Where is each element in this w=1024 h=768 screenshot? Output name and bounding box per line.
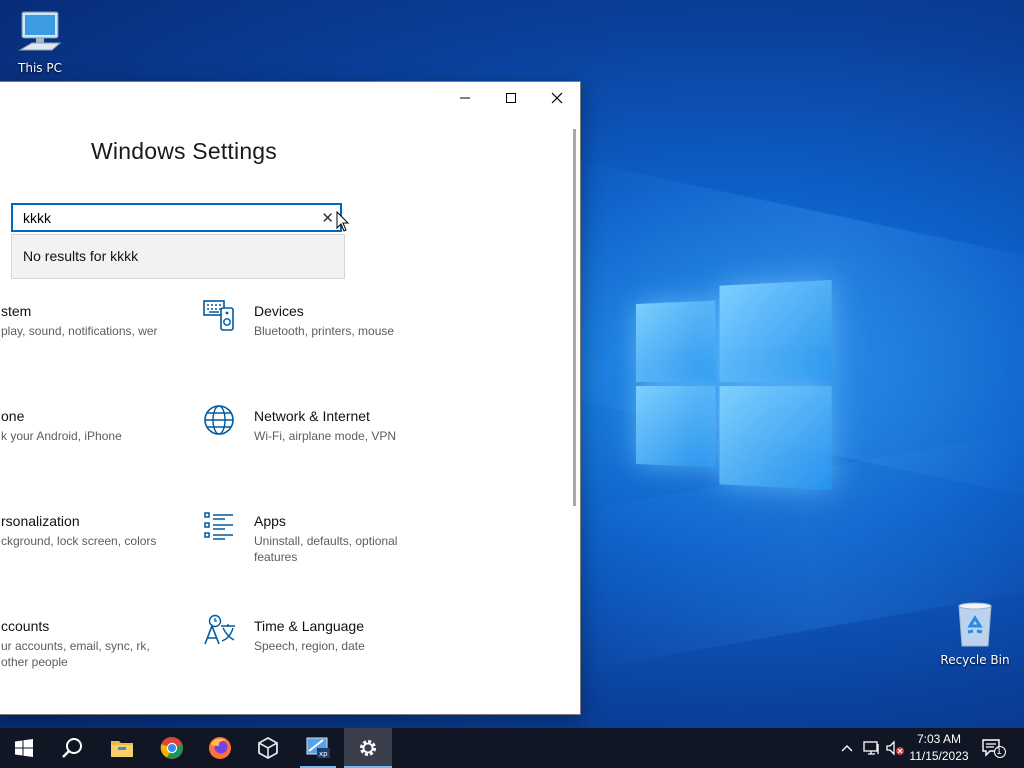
virtualbox-icon (258, 736, 278, 760)
clock-time: 7:03 AM (916, 732, 962, 746)
notification-count: 1 (996, 747, 1002, 757)
firefox-icon (209, 737, 231, 759)
action-center-button[interactable]: 1 (978, 728, 1010, 768)
network-tray-button[interactable] (860, 728, 884, 768)
clear-search-icon[interactable]: ✕ (321, 209, 334, 227)
taskbar-clock[interactable]: 7:03 AM 11/15/2023 (900, 731, 978, 765)
category-description: Bluetooth, printers, mouse (254, 324, 395, 338)
chrome-icon (160, 736, 183, 759)
recycle-bin-icon (958, 602, 992, 647)
close-icon (551, 92, 563, 104)
maximize-icon (506, 93, 516, 103)
taskbar-search-button[interactable] (48, 728, 96, 768)
search-suggestions: No results for kkkk (11, 234, 345, 279)
category-title: Network & Internet (254, 408, 370, 424)
category-title: stem (1, 303, 32, 319)
minimize-button[interactable] (442, 82, 488, 114)
category-title: Devices (254, 303, 304, 319)
category-title: ccounts (1, 618, 50, 634)
windows-logo-wallpaper (636, 279, 832, 491)
show-hidden-icons-button[interactable] (836, 728, 858, 768)
computer-icon (18, 11, 62, 51)
start-button[interactable] (0, 728, 48, 768)
category-description: Uninstall, defaults, optional features (254, 534, 398, 564)
taskbar-firefox[interactable] (196, 728, 244, 768)
taskbar-virtualbox[interactable] (244, 728, 292, 768)
svg-text:xp: xp (319, 750, 328, 758)
time-language-icon (204, 614, 235, 645)
network-icon (863, 741, 879, 755)
search-icon (62, 738, 82, 758)
desktop-icon-recycle-bin[interactable]: Recycle Bin (935, 602, 1015, 667)
taskbar-settings[interactable] (344, 728, 392, 768)
mouse-cursor-icon (336, 211, 350, 232)
devices-icon (203, 300, 234, 331)
taskbar-file-explorer[interactable] (98, 728, 146, 768)
category-title: one (1, 408, 25, 424)
globe-icon (204, 405, 234, 435)
taskbar-chrome[interactable] (148, 728, 196, 768)
category-title: rsonalization (1, 513, 80, 529)
desktop-icon-label: Recycle Bin (940, 653, 1010, 667)
close-button[interactable] (534, 82, 580, 114)
page-title: Windows Settings (91, 138, 277, 164)
scrollbar[interactable] (573, 129, 576, 506)
xp-mode-icon: xp (306, 737, 330, 758)
category-description: Speech, region, date (254, 639, 365, 653)
maximize-button[interactable] (488, 82, 534, 114)
start-icon (15, 739, 33, 757)
category-description: k your Android, iPhone (1, 429, 122, 443)
search-box[interactable]: ✕ (11, 203, 342, 232)
apps-list-icon (204, 512, 233, 540)
taskbar-xp-mode[interactable]: xp (294, 728, 342, 768)
minimize-icon (460, 97, 470, 99)
desktop-icon-this-pc[interactable]: This PC (0, 10, 80, 75)
settings-gear-icon (360, 740, 376, 756)
file-explorer-icon (111, 741, 133, 757)
category-description: ur accounts, email, sync, rk, other peop… (1, 639, 150, 669)
chevron-up-icon (841, 745, 853, 752)
settings-window: Windows Settings ✕ No results for kkkk s… (0, 81, 581, 715)
search-input[interactable] (23, 210, 313, 226)
desktop-icon-label: This PC (18, 61, 62, 75)
category-description: play, sound, notifications, wer (1, 324, 158, 338)
clock-date: 11/15/2023 (909, 749, 969, 763)
category-description: Wi-Fi, airplane mode, VPN (254, 429, 397, 443)
category-title: Time & Language (254, 618, 364, 634)
category-description: ckground, lock screen, colors (1, 534, 157, 548)
no-results-text: No results for kkkk (23, 248, 139, 264)
category-title: Apps (254, 513, 286, 529)
taskbar: xp 7:03 AM 11/15/2023 1 (0, 728, 1024, 768)
